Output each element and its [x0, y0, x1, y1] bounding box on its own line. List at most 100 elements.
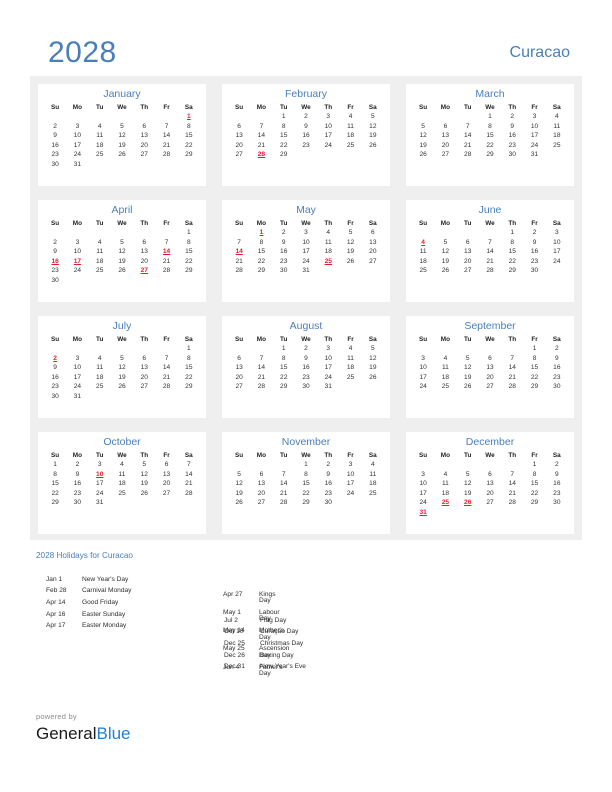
- day-cell[interactable]: 22: [250, 257, 272, 266]
- day-cell[interactable]: 9: [66, 470, 88, 479]
- day-cell[interactable]: 23: [523, 257, 545, 266]
- day-cell[interactable]: 20: [155, 480, 177, 489]
- day-cell[interactable]: 26: [111, 383, 133, 392]
- day-cell[interactable]: 17: [412, 373, 434, 382]
- day-cell[interactable]: 12: [362, 122, 384, 131]
- day-cell[interactable]: 18: [339, 364, 361, 373]
- day-cell[interactable]: 6: [457, 238, 479, 247]
- day-cell[interactable]: 14: [155, 364, 177, 373]
- day-cell[interactable]: 3: [317, 345, 339, 354]
- day-cell[interactable]: 28: [155, 267, 177, 276]
- day-cell[interactable]: 6: [228, 122, 250, 131]
- day-cell-holiday[interactable]: 25: [434, 499, 456, 508]
- day-cell[interactable]: 5: [111, 238, 133, 247]
- day-cell[interactable]: 22: [479, 141, 501, 150]
- day-cell[interactable]: 12: [111, 364, 133, 373]
- day-cell[interactable]: 26: [339, 257, 361, 266]
- day-cell[interactable]: 15: [178, 364, 200, 373]
- day-cell[interactable]: 23: [44, 267, 66, 276]
- day-cell[interactable]: 20: [228, 373, 250, 382]
- day-cell[interactable]: 9: [44, 248, 66, 257]
- day-cell[interactable]: 15: [250, 248, 272, 257]
- day-cell[interactable]: 17: [295, 248, 317, 257]
- day-cell[interactable]: 15: [523, 480, 545, 489]
- day-cell-holiday[interactable]: 16: [44, 257, 66, 266]
- day-cell[interactable]: 18: [339, 132, 361, 141]
- day-cell[interactable]: 8: [501, 238, 523, 247]
- day-cell[interactable]: 28: [501, 383, 523, 392]
- day-cell[interactable]: 24: [66, 267, 88, 276]
- day-cell[interactable]: 29: [44, 499, 66, 508]
- day-cell[interactable]: 29: [273, 151, 295, 160]
- day-cell[interactable]: 9: [317, 470, 339, 479]
- day-cell[interactable]: 22: [523, 489, 545, 498]
- day-cell[interactable]: 3: [66, 122, 88, 131]
- day-cell[interactable]: 22: [295, 489, 317, 498]
- day-cell[interactable]: 10: [295, 238, 317, 247]
- day-cell[interactable]: 12: [457, 480, 479, 489]
- day-cell[interactable]: 5: [228, 470, 250, 479]
- day-cell[interactable]: 25: [89, 383, 111, 392]
- day-cell[interactable]: 20: [228, 141, 250, 150]
- day-cell[interactable]: 29: [178, 267, 200, 276]
- day-cell[interactable]: 20: [133, 141, 155, 150]
- day-cell[interactable]: 5: [457, 354, 479, 363]
- day-cell[interactable]: 10: [66, 364, 88, 373]
- day-cell[interactable]: 16: [317, 480, 339, 489]
- day-cell[interactable]: 19: [133, 480, 155, 489]
- day-cell[interactable]: 16: [273, 248, 295, 257]
- day-cell[interactable]: 3: [295, 229, 317, 238]
- day-cell[interactable]: 26: [228, 499, 250, 508]
- day-cell-holiday[interactable]: 28: [250, 151, 272, 160]
- day-cell[interactable]: 25: [89, 151, 111, 160]
- day-cell[interactable]: 25: [339, 141, 361, 150]
- day-cell[interactable]: 24: [546, 257, 568, 266]
- day-cell[interactable]: 2: [44, 122, 66, 131]
- day-cell[interactable]: 29: [523, 383, 545, 392]
- day-cell[interactable]: 20: [250, 489, 272, 498]
- day-cell[interactable]: 8: [250, 238, 272, 247]
- day-cell[interactable]: 5: [362, 345, 384, 354]
- day-cell[interactable]: 21: [250, 373, 272, 382]
- day-cell[interactable]: 20: [479, 373, 501, 382]
- day-cell[interactable]: 6: [434, 122, 456, 131]
- day-cell[interactable]: 9: [546, 470, 568, 479]
- day-cell[interactable]: 19: [228, 489, 250, 498]
- day-cell[interactable]: 2: [44, 238, 66, 247]
- day-cell[interactable]: 11: [89, 364, 111, 373]
- day-cell[interactable]: 3: [66, 238, 88, 247]
- day-cell[interactable]: 26: [362, 141, 384, 150]
- day-cell[interactable]: 15: [178, 248, 200, 257]
- day-cell[interactable]: 14: [457, 132, 479, 141]
- day-cell[interactable]: 28: [501, 499, 523, 508]
- day-cell[interactable]: 11: [339, 122, 361, 131]
- day-cell[interactable]: 8: [273, 122, 295, 131]
- day-cell[interactable]: 5: [362, 113, 384, 122]
- day-cell[interactable]: 19: [111, 373, 133, 382]
- day-cell[interactable]: 19: [412, 141, 434, 150]
- day-cell[interactable]: 23: [501, 141, 523, 150]
- day-cell[interactable]: 7: [250, 122, 272, 131]
- day-cell[interactable]: 11: [412, 248, 434, 257]
- day-cell[interactable]: 18: [89, 257, 111, 266]
- day-cell[interactable]: 20: [434, 141, 456, 150]
- day-cell[interactable]: 13: [155, 470, 177, 479]
- day-cell[interactable]: 16: [546, 364, 568, 373]
- day-cell[interactable]: 12: [111, 248, 133, 257]
- day-cell[interactable]: 16: [44, 373, 66, 382]
- day-cell[interactable]: 24: [295, 257, 317, 266]
- day-cell[interactable]: 10: [66, 132, 88, 141]
- day-cell[interactable]: 11: [111, 470, 133, 479]
- day-cell[interactable]: 5: [133, 461, 155, 470]
- day-cell[interactable]: 16: [546, 480, 568, 489]
- day-cell[interactable]: 29: [479, 151, 501, 160]
- day-cell[interactable]: 3: [339, 461, 361, 470]
- day-cell[interactable]: 11: [434, 364, 456, 373]
- day-cell[interactable]: 18: [111, 480, 133, 489]
- day-cell[interactable]: 27: [479, 383, 501, 392]
- day-cell[interactable]: 19: [111, 257, 133, 266]
- day-cell[interactable]: 14: [273, 480, 295, 489]
- day-cell[interactable]: 21: [178, 480, 200, 489]
- day-cell[interactable]: 6: [479, 470, 501, 479]
- day-cell[interactable]: 21: [228, 257, 250, 266]
